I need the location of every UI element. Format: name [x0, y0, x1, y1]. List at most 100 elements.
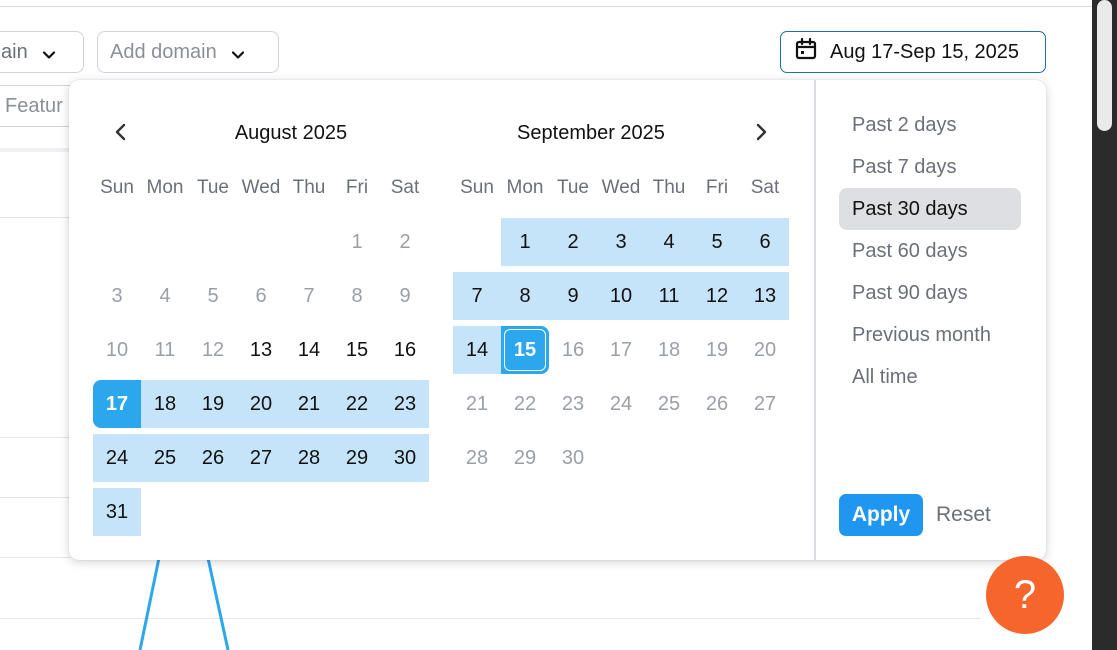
left-day-30[interactable]: 30 [381, 434, 429, 482]
left-day-6[interactable]: 6 [237, 272, 285, 320]
left-day-13[interactable]: 13 [237, 326, 285, 374]
right-day-6[interactable]: 6 [741, 218, 789, 266]
left-day-27[interactable]: 27 [237, 434, 285, 482]
date-range-button[interactable]: Aug 17-Sep 15, 2025 [780, 31, 1046, 73]
right-day-27[interactable]: 27 [741, 380, 789, 428]
right-day-4[interactable]: 4 [645, 218, 693, 266]
left-day-31[interactable]: 31 [93, 488, 141, 536]
right-day-3[interactable]: 3 [597, 218, 645, 266]
left-day-24[interactable]: 24 [93, 434, 141, 482]
row-divider [0, 217, 70, 218]
chevron-down-icon [42, 45, 56, 59]
left-day-7[interactable]: 7 [285, 272, 333, 320]
left-day-22[interactable]: 22 [333, 380, 381, 428]
preset-option[interactable]: Past 30 days [839, 188, 1021, 230]
right-day-21[interactable]: 21 [453, 380, 501, 428]
domain-filter-dropdown[interactable]: ain [0, 31, 84, 73]
preset-option[interactable]: All time [839, 356, 1021, 398]
weekday-label: Sun [100, 177, 134, 198]
right-day-26[interactable]: 26 [693, 380, 741, 428]
add-domain-dropdown[interactable]: Add domain [97, 31, 279, 73]
weekday-label: Fri [705, 177, 729, 198]
weekday-label: Wed [601, 177, 641, 198]
right-day-10[interactable]: 10 [597, 272, 645, 320]
preset-option[interactable]: Past 60 days [839, 230, 1021, 272]
date-range-label: Aug 17-Sep 15, 2025 [830, 40, 1020, 63]
weekday-label: Sat [750, 177, 780, 198]
table-header-band [0, 148, 70, 152]
next-month-button[interactable] [749, 122, 773, 146]
right-day-23[interactable]: 23 [549, 380, 597, 428]
right-day-28[interactable]: 28 [453, 434, 501, 482]
right-day-18[interactable]: 18 [645, 326, 693, 374]
scrollbar-thumb[interactable] [1097, 0, 1112, 131]
left-day-23[interactable]: 23 [381, 380, 429, 428]
preset-option[interactable]: Previous month [839, 314, 1021, 356]
right-day-11[interactable]: 11 [645, 272, 693, 320]
left-day-10[interactable]: 10 [93, 326, 141, 374]
left-day-20[interactable]: 20 [237, 380, 285, 428]
row-divider [0, 497, 70, 498]
right-day-14[interactable]: 14 [453, 326, 501, 374]
left-day-5[interactable]: 5 [189, 272, 237, 320]
chevron-right-icon [754, 123, 768, 146]
left-day-9[interactable]: 9 [381, 272, 429, 320]
left-day-14[interactable]: 14 [285, 326, 333, 374]
prev-month-button[interactable] [109, 122, 133, 146]
right-day-29[interactable]: 29 [501, 434, 549, 482]
weekday-label: Wed [241, 177, 281, 198]
preset-option[interactable]: Past 90 days [839, 272, 1021, 314]
right-day-17[interactable]: 17 [597, 326, 645, 374]
left-day-12[interactable]: 12 [189, 326, 237, 374]
add-domain-label: Add domain [110, 40, 217, 63]
right-day-13[interactable]: 13 [741, 272, 789, 320]
weekday-label: Thu [292, 177, 326, 198]
right-day-25[interactable]: 25 [645, 380, 693, 428]
right-day-19[interactable]: 19 [693, 326, 741, 374]
apply-button[interactable]: Apply [839, 494, 923, 536]
panel-divider [814, 80, 816, 560]
left-day-26[interactable]: 26 [189, 434, 237, 482]
preset-option[interactable]: Past 7 days [839, 146, 1021, 188]
reset-button[interactable]: Reset [936, 494, 991, 536]
right-day-15[interactable]: 15 [501, 326, 549, 374]
right-weekday-header: Sun Mon Tue Wed Thu Fri Sat [453, 177, 789, 199]
right-day-16[interactable]: 16 [549, 326, 597, 374]
chart-line-fragment [138, 558, 230, 650]
row-divider [0, 437, 70, 438]
right-day-7[interactable]: 7 [453, 272, 501, 320]
left-day-17[interactable]: 17 [93, 380, 141, 428]
right-day-5[interactable]: 5 [693, 218, 741, 266]
left-day-29[interactable]: 29 [333, 434, 381, 482]
empty-day-cell [285, 218, 333, 266]
preset-option[interactable]: Past 2 days [839, 104, 1021, 146]
left-day-21[interactable]: 21 [285, 380, 333, 428]
right-day-1[interactable]: 1 [501, 218, 549, 266]
weekday-label: Sun [460, 177, 494, 198]
left-day-15[interactable]: 15 [333, 326, 381, 374]
help-button[interactable]: ? [986, 556, 1064, 634]
feature-filter-label: Featur [5, 94, 63, 117]
right-day-30[interactable]: 30 [549, 434, 597, 482]
weekday-label: Mon [146, 177, 184, 198]
feature-filter-dropdown[interactable]: Featur [0, 85, 80, 127]
left-day-28[interactable]: 28 [285, 434, 333, 482]
right-day-12[interactable]: 12 [693, 272, 741, 320]
left-day-11[interactable]: 11 [141, 326, 189, 374]
left-day-19[interactable]: 19 [189, 380, 237, 428]
right-day-24[interactable]: 24 [597, 380, 645, 428]
left-day-25[interactable]: 25 [141, 434, 189, 482]
right-day-20[interactable]: 20 [741, 326, 789, 374]
scrollbar[interactable] [1092, 0, 1117, 650]
left-day-3[interactable]: 3 [93, 272, 141, 320]
left-day-16[interactable]: 16 [381, 326, 429, 374]
right-day-8[interactable]: 8 [501, 272, 549, 320]
left-day-1[interactable]: 1 [333, 218, 381, 266]
left-day-4[interactable]: 4 [141, 272, 189, 320]
left-day-8[interactable]: 8 [333, 272, 381, 320]
left-day-2[interactable]: 2 [381, 218, 429, 266]
left-day-18[interactable]: 18 [141, 380, 189, 428]
right-day-22[interactable]: 22 [501, 380, 549, 428]
right-day-2[interactable]: 2 [549, 218, 597, 266]
right-day-9[interactable]: 9 [549, 272, 597, 320]
